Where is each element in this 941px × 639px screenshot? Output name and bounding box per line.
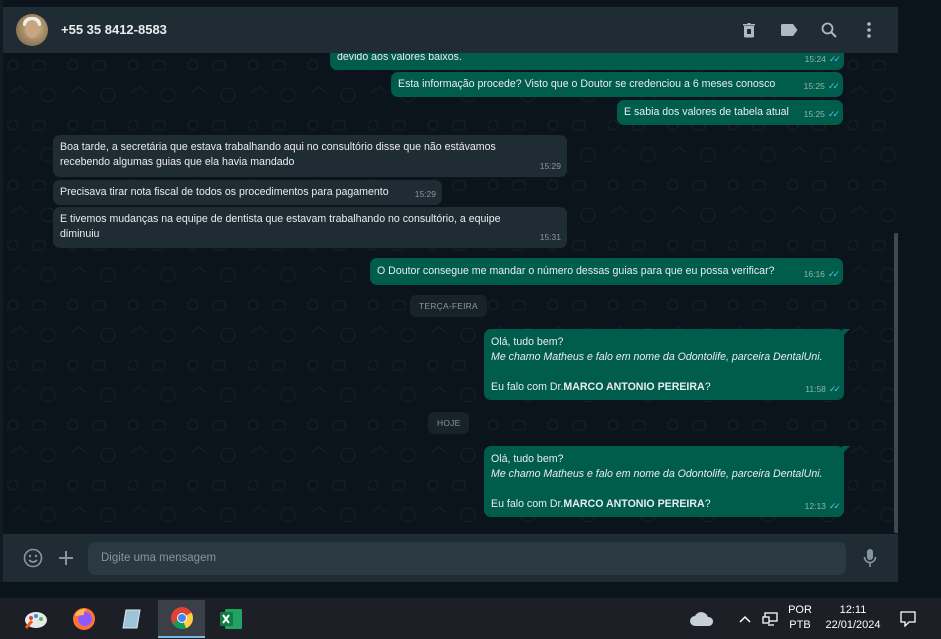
keyboard-layout: PTB xyxy=(789,619,811,631)
message-outgoing[interactable]: E sabia dos valores de tabela atual 15:2… xyxy=(617,100,843,125)
message-time: 15:31 xyxy=(539,232,561,242)
message-outgoing[interactable]: Esta informação procede? Visto que o Dou… xyxy=(391,72,843,97)
message-text-line1: E tivemos mudanças na equipe de dentista… xyxy=(60,213,501,225)
date-divider: TERÇA-FEIRA xyxy=(410,295,487,317)
message-meta: 15:29 xyxy=(415,187,436,202)
window-bottom-gap xyxy=(0,582,941,598)
bubble-tail xyxy=(842,446,850,454)
message-time: 15:29 xyxy=(414,189,436,199)
message-incoming[interactable]: E tivemos mudanças na equipe de dentista… xyxy=(53,207,567,248)
chat-header: +55 35 8412-8583 xyxy=(3,7,898,53)
whatsapp-window: +55 35 8412-8583 devido aos valores baix… xyxy=(0,0,941,639)
message-input[interactable]: Digite uma mensagem xyxy=(88,542,846,575)
message-time: 15:25 xyxy=(803,109,825,119)
message-outgoing[interactable]: Olá, tudo bem? Me chamo Matheus e falo e… xyxy=(484,446,850,517)
message-time: 15:25 xyxy=(803,81,825,91)
firefox-icon[interactable] xyxy=(60,600,107,638)
contact-avatar[interactable] xyxy=(16,14,48,46)
message-time: 16:16 xyxy=(803,269,825,279)
message-text-line2: Me chamo Matheus e falo em nome da Odont… xyxy=(491,351,823,363)
message-text-line2: Me chamo Matheus e falo em nome da Odont… xyxy=(491,468,823,480)
read-ticks-icon: ✓✓ xyxy=(828,501,841,511)
message-text-name: MARCO ANTONIO PEREIRA xyxy=(563,498,705,510)
read-ticks-icon: ✓✓ xyxy=(827,109,840,119)
clock-time: 12:11 xyxy=(839,604,867,616)
message-text-suffix: ? xyxy=(704,381,711,393)
message-text-name: MARCO ANTONIO PEREIRA xyxy=(563,381,705,393)
message-outgoing[interactable]: Olá, tudo bem? Me chamo Matheus e falo e… xyxy=(484,329,850,400)
taskbar: POR PTB 12:11 22/01/2024 xyxy=(0,598,941,639)
emoji-icon[interactable] xyxy=(22,547,44,569)
message-text: Precisava tirar nota fiscal de todos os … xyxy=(60,186,389,198)
message-text-suffix: ? xyxy=(704,498,711,510)
message-text-line1: Olá, tudo bem? xyxy=(491,336,564,348)
message-text-line2: recebendo algumas guias que ela havia ma… xyxy=(60,156,295,168)
message-incoming[interactable]: Boa tarde, a secretária que estava traba… xyxy=(53,135,567,177)
delete-icon[interactable] xyxy=(738,19,760,41)
message-text-line2: diminuiu xyxy=(60,228,100,240)
language-code: POR xyxy=(788,604,812,616)
message-meta: 16:16 ✓✓ xyxy=(803,267,840,282)
message-text-line3: Eu falo com Dr.MARCO ANTONIO PEREIRA? xyxy=(491,497,837,512)
notepad-icon[interactable] xyxy=(108,600,155,638)
date-divider: HOJE xyxy=(428,412,470,434)
message-meta: 15:31 xyxy=(540,230,561,245)
paint-icon[interactable] xyxy=(12,600,59,638)
read-ticks-icon: ✓✓ xyxy=(827,81,840,91)
label-icon[interactable] xyxy=(778,19,800,41)
message-meta: 12:13 ✓✓ xyxy=(804,499,841,514)
message-text: O Doutor consegue me mandar o número des… xyxy=(377,265,775,277)
message-text-prefix: Eu falo com Dr. xyxy=(491,498,564,510)
message-text-line3: Eu falo com Dr.MARCO ANTONIO PEREIRA? xyxy=(491,380,837,395)
language-indicator[interactable]: POR PTB xyxy=(783,603,817,633)
message-text-prefix: Eu falo com Dr. xyxy=(491,381,564,393)
notifications-icon[interactable] xyxy=(895,600,921,638)
message-meta: 11:58 ✓✓ xyxy=(805,382,841,397)
message-meta: 15:29 xyxy=(540,159,561,174)
message-time: 15:24 xyxy=(804,54,826,64)
message-outgoing[interactable]: O Doutor consegue me mandar o número des… xyxy=(370,258,843,285)
message-time: 15:29 xyxy=(539,161,561,171)
excel-icon[interactable] xyxy=(207,600,254,638)
read-ticks-icon: ✓✓ xyxy=(828,54,841,64)
network-icon[interactable] xyxy=(758,600,782,638)
bubble-tail xyxy=(842,329,850,337)
attach-plus-icon[interactable] xyxy=(55,547,77,569)
read-ticks-icon: ✓✓ xyxy=(828,384,841,394)
message-list[interactable]: devido aos valores baixos. 15:24 ✓✓ Esta … xyxy=(3,53,898,534)
message-time: 12:13 xyxy=(804,501,826,511)
read-ticks-icon: ✓✓ xyxy=(827,269,840,279)
compose-bar: Digite uma mensagem xyxy=(3,534,898,582)
microphone-icon[interactable] xyxy=(859,547,881,569)
search-icon[interactable] xyxy=(818,19,840,41)
window-right-edge xyxy=(898,0,941,598)
message-meta: 15:25 ✓✓ xyxy=(803,79,840,94)
message-meta: 15:24 ✓✓ xyxy=(804,53,841,67)
chrome-icon[interactable] xyxy=(158,600,205,638)
message-outgoing[interactable]: devido aos valores baixos. 15:24 ✓✓ xyxy=(330,53,844,70)
chevron-up-icon[interactable] xyxy=(734,600,756,638)
message-text: devido aos valores baixos. xyxy=(337,53,462,63)
menu-icon[interactable] xyxy=(858,19,880,41)
clock[interactable]: 12:11 22/01/2024 xyxy=(820,603,886,633)
onedrive-icon[interactable] xyxy=(680,600,724,638)
message-text-line1: Olá, tudo bem? xyxy=(491,453,564,465)
message-text-line1: Boa tarde, a secretária que estava traba… xyxy=(60,141,496,153)
message-incoming[interactable]: Precisava tirar nota fiscal de todos os … xyxy=(53,180,442,205)
message-time: 11:58 xyxy=(805,384,826,394)
message-text: Esta informação procede? Visto que o Dou… xyxy=(398,78,776,90)
message-meta: 15:25 ✓✓ xyxy=(803,107,840,122)
contact-name[interactable]: +55 35 8412-8583 xyxy=(61,22,167,37)
clock-date: 22/01/2024 xyxy=(825,619,881,631)
